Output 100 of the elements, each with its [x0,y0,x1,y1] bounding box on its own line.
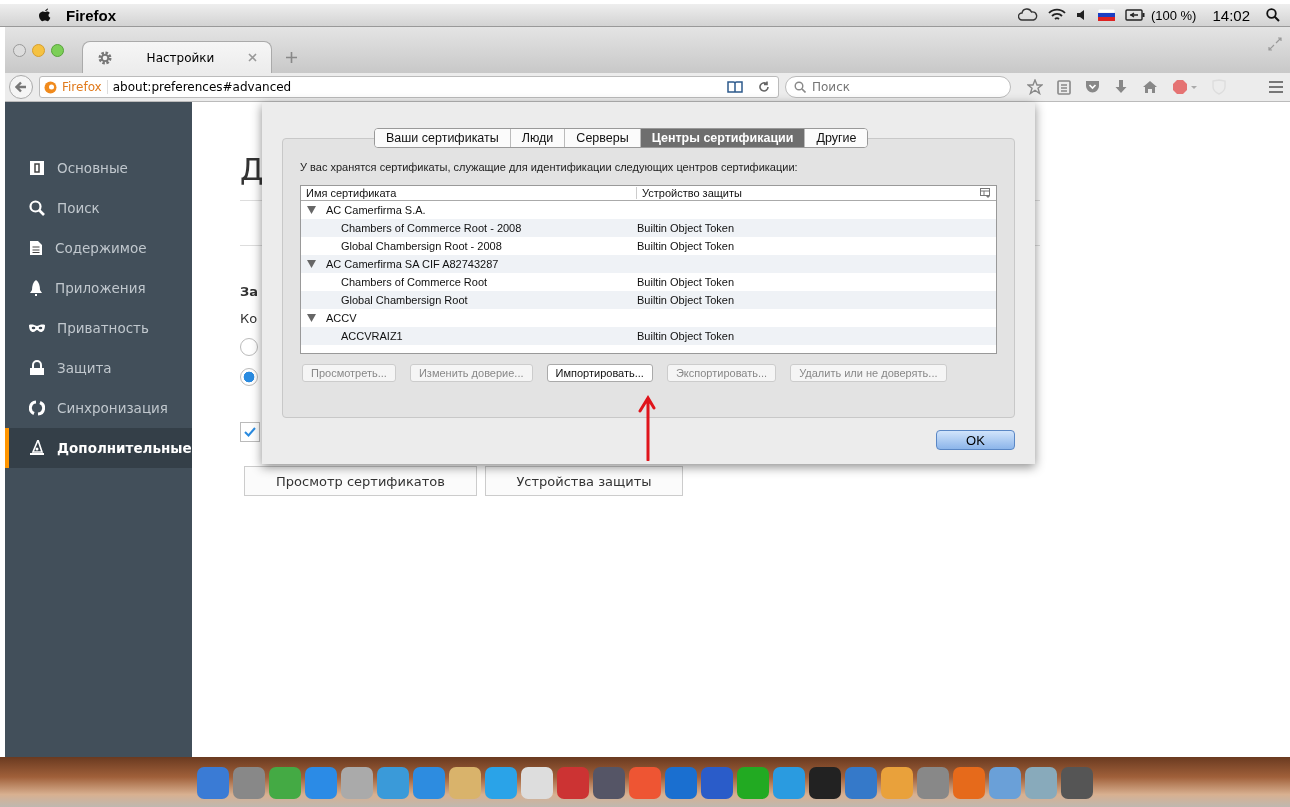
dock-app-icon[interactable] [377,767,409,799]
disclosure-triangle-icon[interactable] [307,260,316,268]
star-icon[interactable] [1027,79,1043,95]
sidebar-item[interactable]: Основные [5,148,192,188]
dock-app-icon[interactable] [665,767,697,799]
dialog-button[interactable]: Импортировать... [546,364,653,382]
radio-button[interactable] [240,368,258,386]
tree-row[interactable]: AC Camerfirma S.A. [301,201,996,219]
sidebar-item[interactable]: Защита [5,348,192,388]
search-icon [794,81,806,93]
tree-row[interactable]: ACCVRAIZ1 Builtin Object Token [301,327,996,345]
dock-app-icon[interactable] [341,767,373,799]
reload-icon[interactable] [758,81,770,93]
dock-app-icon[interactable] [593,767,625,799]
dock-app-icon[interactable] [773,767,805,799]
tree-row[interactable]: AC Camerfirma SA CIF A82743287 [301,255,996,273]
sidebar-item[interactable]: Синхронизация [5,388,192,428]
sidebar-item[interactable]: Содержимое [5,228,192,268]
dock-app-icon[interactable] [701,767,733,799]
search-icon[interactable] [1266,8,1280,22]
dock-app-icon[interactable] [413,767,445,799]
flag-icon[interactable] [1097,9,1115,21]
checkbox[interactable] [240,422,260,442]
stop-sign-icon[interactable] [1172,79,1198,95]
dock-app-icon[interactable] [485,767,517,799]
sidebar-item[interactable]: Приватность [5,308,192,348]
section-heading: За [240,284,258,299]
dock-app-icon[interactable] [233,767,265,799]
dock-app-icon[interactable] [521,767,553,799]
checkmark-icon [244,427,256,437]
disclosure-triangle-icon[interactable] [307,206,316,214]
sidebar-item[interactable]: Дополнительные [5,428,192,468]
dock-app-icon[interactable] [305,767,337,799]
dock-app-icon[interactable] [989,767,1021,799]
sidebar-item[interactable]: Приложения [5,268,192,308]
clock: 14:02 [1212,6,1250,24]
home-icon[interactable] [1142,80,1158,94]
battery-icon[interactable] [1124,9,1145,21]
app-menu[interactable]: Firefox [66,6,116,24]
dock-app-icon[interactable] [917,767,949,799]
dock-app-icon[interactable] [629,767,661,799]
dialog-tab[interactable]: Ваши сертификаты [375,129,511,147]
ok-button[interactable]: OK [936,430,1015,450]
dock-app-icon[interactable] [737,767,769,799]
address-bar[interactable]: Firefox about:preferences#advanced [39,76,779,98]
column-header[interactable]: Имя сертификата [301,187,637,199]
wifi-icon[interactable] [1047,8,1066,22]
search-icon [29,200,45,216]
column-picker-icon[interactable] [980,188,990,198]
menu-icon[interactable] [1268,80,1284,94]
back-arrow-icon [15,81,27,93]
clipboard-icon[interactable] [1057,79,1071,95]
wizard-hat-icon [29,440,45,456]
dock-app-icon[interactable] [809,767,841,799]
close-window-button[interactable] [13,43,26,57]
firefox-logo-icon [44,80,57,94]
cloud-icon[interactable] [1017,8,1038,22]
dock-app-icon[interactable] [881,767,913,799]
dialog-tab[interactable]: Люди [510,129,566,147]
battery-percent: (100 %) [1150,7,1197,23]
tree-row[interactable]: Chambers of Commerce Root - 2008 Builtin Object Token [301,219,996,237]
minimize-button[interactable] [32,43,45,57]
description-text: У вас хранятся сертификаты, служащие для идентификации следующих центров сертификации: [300,161,799,173]
dock-app-icon[interactable] [953,767,985,799]
sidebar-item[interactable]: Поиск [5,188,192,228]
tree-row[interactable]: Global Chambersign Root Builtin Object Token [301,291,996,309]
dock-app-icon[interactable] [197,767,229,799]
fullscreen-icon[interactable] [1268,37,1282,51]
page-heading: Д [240,152,264,189]
back-button[interactable] [9,75,33,99]
sync-icon [29,400,45,416]
zoom-button[interactable] [51,43,64,57]
dock-app-icon[interactable] [1025,767,1057,799]
dialog-tab[interactable]: Серверы [565,129,641,147]
close-icon[interactable] [248,53,257,62]
apple-icon[interactable] [38,7,52,23]
new-tab-icon[interactable] [286,52,297,63]
disclosure-triangle-icon[interactable] [307,314,316,322]
dialog-tab[interactable]: Центры сертификации [640,129,806,147]
dock-app-icon[interactable] [557,767,589,799]
tree-row[interactable]: Chambers of Commerce Root Builtin Object Token [301,273,996,291]
dock-app-icon[interactable] [845,767,877,799]
dock-app-icon[interactable] [269,767,301,799]
page-button[interactable]: Устройства защиты [485,466,683,496]
panel-icon [29,160,45,176]
book-icon[interactable] [727,81,743,93]
page-button[interactable]: Просмотр сертификатов [244,466,477,496]
tree-row[interactable]: Global Chambersign Root - 2008 Builtin Object Token [301,237,996,255]
tree-row[interactable]: ACCV [301,309,996,327]
browser-tab[interactable]: Настройки [82,41,272,73]
mask-icon [29,323,45,333]
radio-button[interactable] [240,338,258,356]
download-icon[interactable] [1114,79,1128,95]
dialog-tab[interactable]: Другие [805,129,868,147]
column-header[interactable]: Устройство защиты [637,187,742,199]
search-field[interactable]: Поиск [785,76,1011,98]
dock-app-icon[interactable] [1061,767,1093,799]
setting-label: Ко [240,311,258,326]
pocket-icon[interactable] [1085,80,1100,94]
dock-app-icon[interactable] [449,767,481,799]
